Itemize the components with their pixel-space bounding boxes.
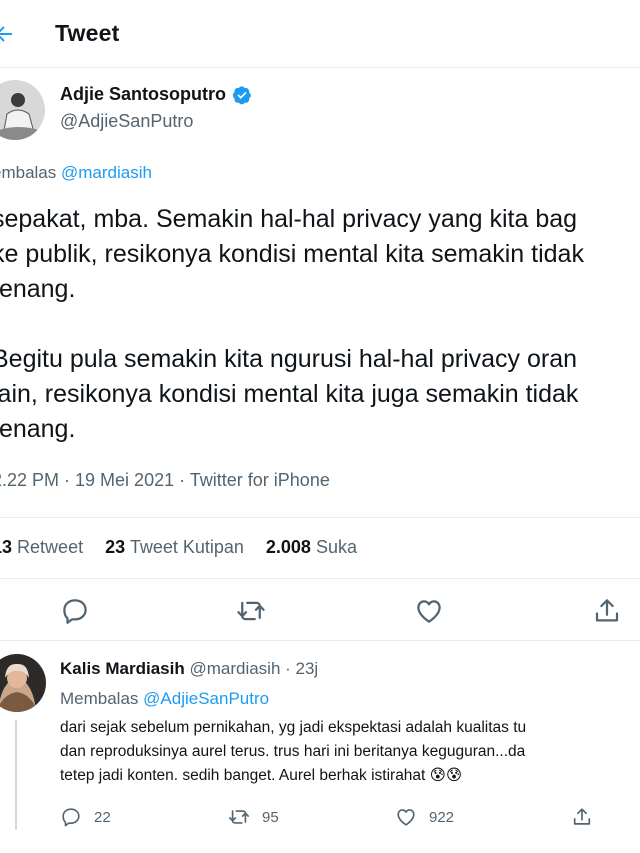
avatar[interactable] [0,80,45,140]
heart-icon [417,600,441,623]
share-button[interactable] [592,596,622,626]
replying-prefix: embalas [0,163,57,182]
replying-prefix: Membalas [60,689,139,708]
share-icon [595,599,619,622]
reply-reply-button[interactable]: 22 [60,806,111,828]
reply-handle[interactable]: @mardiasih [189,659,280,678]
quote-label: Tweet Kutipan [129,537,244,557]
verified-badge-icon [232,85,251,104]
reply-retweet-count: 95 [262,808,279,826]
thread-line [15,720,17,830]
reply-replying-to: Membalas @AdjieSanPutro [60,689,269,709]
retweet-count[interactable]: 13 Retweet [0,537,83,558]
divider [0,517,640,518]
quote-count[interactable]: 23 Tweet Kutipan [105,537,244,558]
retweet-icon [237,601,265,621]
avatar[interactable] [0,654,46,712]
like-number: 2.008 [265,537,311,557]
tweet-stats: 13 Retweet 23 Tweet Kutipan 2.008 Suka [0,537,357,558]
reply-like-count: 922 [429,808,455,826]
reply-button[interactable] [60,596,90,626]
reply-display-name[interactable]: Kalis Mardiasih [60,659,185,678]
reply-retweet-button[interactable]: 95 [228,806,279,828]
replying-to: embalas @mardiasih [0,163,152,183]
reply-header: Kalis Mardiasih @mardiasih · 23j [60,659,318,679]
page-title: Tweet [55,20,120,46]
author-name-row[interactable]: Adjie Santosoputro [60,84,252,105]
reply-text: dari sejak sebelum pernikahan, yg jadi e… [60,719,527,784]
reply-share-button[interactable] [571,806,593,828]
retweet-icon [229,810,249,824]
like-count[interactable]: 2.008 Suka [266,537,357,558]
retweet-label: Retweet [17,537,84,557]
heart-icon [397,809,415,826]
arrow-left-icon[interactable] [0,22,16,46]
reply-time[interactable]: · 23j [285,659,318,678]
reply-count: 22 [94,808,111,826]
reply-icon [62,808,80,827]
quote-number: 23 [105,537,126,557]
reply-icon [63,599,87,624]
share-icon [573,808,591,825]
mention-link[interactable]: @AdjieSanPutro [143,689,269,708]
tweet-text: sepakat, mba. Semakin hal-hal privacy ya… [0,205,584,443]
retweet-number: 13 [0,537,13,557]
reply-like-button[interactable]: 922 [395,806,454,828]
mention-link[interactable]: @mardiasih [61,163,152,182]
divider [0,578,640,579]
retweet-button[interactable] [236,596,266,626]
divider [0,640,640,641]
like-label: Suka [315,537,357,557]
author-handle[interactable]: @AdjieSanPutro [60,111,193,132]
author-display-name[interactable]: Adjie Santosoputro [60,84,226,105]
tweet-meta[interactable]: 2.22 PM · 19 Mei 2021 · Twitter for iPho… [0,470,330,491]
top-bar: Tweet [0,0,640,68]
like-button[interactable] [414,596,444,626]
